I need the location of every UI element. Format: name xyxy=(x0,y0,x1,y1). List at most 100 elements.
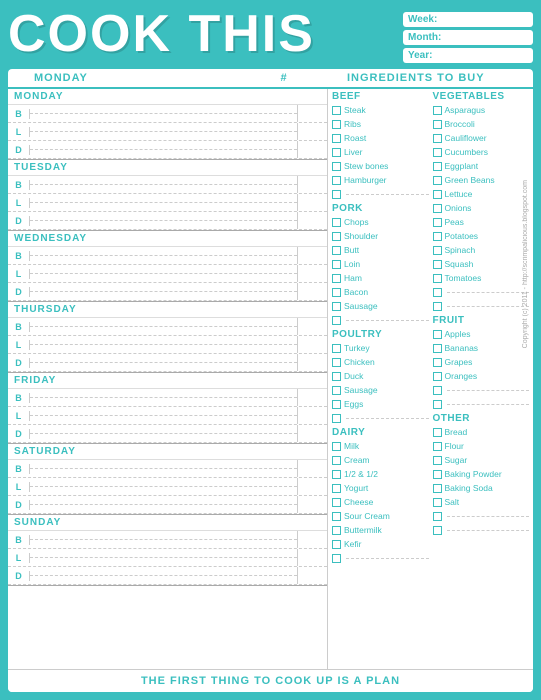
dairy-yogurt-checkbox[interactable] xyxy=(332,484,341,493)
tuesday-D-row: D xyxy=(8,212,327,230)
veg-eggplant-checkbox[interactable] xyxy=(433,162,442,171)
veg-peas-checkbox[interactable] xyxy=(433,218,442,227)
tuesday-D-line[interactable] xyxy=(30,220,297,221)
veg-asparagus-checkbox[interactable] xyxy=(433,106,442,115)
veg-lettuce-checkbox[interactable] xyxy=(433,190,442,199)
other-blank1-checkbox[interactable] xyxy=(433,512,442,521)
pork-bacon-checkbox[interactable] xyxy=(332,288,341,297)
monday-D-line[interactable] xyxy=(30,149,297,150)
tuesday-L-line[interactable] xyxy=(30,202,297,203)
monday-L-line[interactable] xyxy=(30,131,297,132)
fruit-bananas-checkbox[interactable] xyxy=(433,344,442,353)
month-input[interactable] xyxy=(445,32,541,43)
wednesday-L-line[interactable] xyxy=(30,273,297,274)
veg-greenbeans-checkbox[interactable] xyxy=(433,176,442,185)
veg-broccoli-checkbox[interactable] xyxy=(433,120,442,129)
fruit-blank1-checkbox[interactable] xyxy=(433,386,442,395)
friday-L-line[interactable] xyxy=(30,415,297,416)
week-input[interactable] xyxy=(441,14,541,25)
friday-D-line[interactable] xyxy=(30,433,297,434)
poultry-sausage-label: Sausage xyxy=(344,385,378,395)
beef-steak-checkbox[interactable] xyxy=(332,106,341,115)
saturday-L-line[interactable] xyxy=(30,486,297,487)
fruit-oranges-label: Oranges xyxy=(445,371,478,381)
dairy-cheese-checkbox[interactable] xyxy=(332,498,341,507)
pork-butt-checkbox[interactable] xyxy=(332,246,341,255)
poultry-chicken-checkbox[interactable] xyxy=(332,358,341,367)
pork-blank-checkbox[interactable] xyxy=(332,316,341,325)
other-salt-checkbox[interactable] xyxy=(433,498,442,507)
pork-loin-checkbox[interactable] xyxy=(332,260,341,269)
fruit-grapes-checkbox[interactable] xyxy=(433,358,442,367)
dairy-half-checkbox[interactable] xyxy=(332,470,341,479)
sunday-B-line[interactable] xyxy=(30,539,297,540)
other-flour-label: Flour xyxy=(445,441,464,451)
other-bread-checkbox[interactable] xyxy=(433,428,442,437)
pork-chops-checkbox[interactable] xyxy=(332,218,341,227)
beef-stewbones-checkbox[interactable] xyxy=(332,162,341,171)
pork-ham-checkbox[interactable] xyxy=(332,274,341,283)
thursday-B-line[interactable] xyxy=(30,326,297,327)
dairy-milk-checkbox[interactable] xyxy=(332,442,341,451)
sunday-L-hash xyxy=(297,549,327,566)
beef-roast-checkbox[interactable] xyxy=(332,134,341,143)
veg-cucumbers-checkbox[interactable] xyxy=(433,148,442,157)
dairy-cheese-item: Cheese xyxy=(332,495,429,509)
monday-B-hash xyxy=(297,105,327,122)
dairy-cream-checkbox[interactable] xyxy=(332,456,341,465)
wednesday-B-label: B xyxy=(8,251,30,261)
sunday-D-line[interactable] xyxy=(30,575,297,576)
poultry-eggs-checkbox[interactable] xyxy=(332,400,341,409)
sunday-L-line[interactable] xyxy=(30,557,297,558)
tuesday-B-line[interactable] xyxy=(30,184,297,185)
beef-roast-label: Roast xyxy=(344,133,366,143)
wednesday-B-line[interactable] xyxy=(30,255,297,256)
other-bakingpowder-label: Baking Powder xyxy=(445,469,502,479)
dairy-buttermilk-checkbox[interactable] xyxy=(332,526,341,535)
veg-blank2-checkbox[interactable] xyxy=(433,302,442,311)
beef-liver-checkbox[interactable] xyxy=(332,148,341,157)
fruit-oranges-checkbox[interactable] xyxy=(433,372,442,381)
other-flour-checkbox[interactable] xyxy=(433,442,442,451)
veg-blank1-checkbox[interactable] xyxy=(433,288,442,297)
other-bakingsoda-checkbox[interactable] xyxy=(433,484,442,493)
year-input[interactable] xyxy=(436,50,541,61)
veg-tomatoes-checkbox[interactable] xyxy=(433,274,442,283)
fruit-blank2-checkbox[interactable] xyxy=(433,400,442,409)
pork-sausage-checkbox[interactable] xyxy=(332,302,341,311)
thursday-D-line[interactable] xyxy=(30,362,297,363)
dairy-blank-checkbox[interactable] xyxy=(332,554,341,563)
other-blank2-checkbox[interactable] xyxy=(433,526,442,535)
thursday-L-line[interactable] xyxy=(30,344,297,345)
saturday-D-line[interactable] xyxy=(30,504,297,505)
veg-potatoes-checkbox[interactable] xyxy=(433,232,442,241)
veg-onions-checkbox[interactable] xyxy=(433,204,442,213)
beef-ribs-checkbox[interactable] xyxy=(332,120,341,129)
veg-asparagus-label: Asparagus xyxy=(445,105,486,115)
dairy-kefir-checkbox[interactable] xyxy=(332,540,341,549)
dairy-sourcream-checkbox[interactable] xyxy=(332,512,341,521)
wednesday-D-line[interactable] xyxy=(30,291,297,292)
friday-B-line[interactable] xyxy=(30,397,297,398)
beef-blank-checkbox[interactable] xyxy=(332,190,341,199)
veg-peas-label: Peas xyxy=(445,217,464,227)
sunday-header: SUNDAY xyxy=(8,515,327,531)
beef-hamburger-checkbox[interactable] xyxy=(332,176,341,185)
fruit-apples-checkbox[interactable] xyxy=(433,330,442,339)
saturday-D-row: D xyxy=(8,496,327,514)
saturday-B-line[interactable] xyxy=(30,468,297,469)
veg-spinach-item: Spinach xyxy=(433,243,530,257)
dairy-blank-item xyxy=(332,551,429,565)
poultry-duck-checkbox[interactable] xyxy=(332,372,341,381)
veg-squash-checkbox[interactable] xyxy=(433,260,442,269)
other-sugar-checkbox[interactable] xyxy=(433,456,442,465)
pork-shoulder-checkbox[interactable] xyxy=(332,232,341,241)
other-bakingpowder-checkbox[interactable] xyxy=(433,470,442,479)
veg-spinach-checkbox[interactable] xyxy=(433,246,442,255)
veg-cauliflower-checkbox[interactable] xyxy=(433,134,442,143)
poultry-blank-checkbox[interactable] xyxy=(332,414,341,423)
monday-B-line[interactable] xyxy=(30,113,297,114)
poultry-turkey-checkbox[interactable] xyxy=(332,344,341,353)
pork-loin-label: Loin xyxy=(344,259,360,269)
poultry-sausage-checkbox[interactable] xyxy=(332,386,341,395)
